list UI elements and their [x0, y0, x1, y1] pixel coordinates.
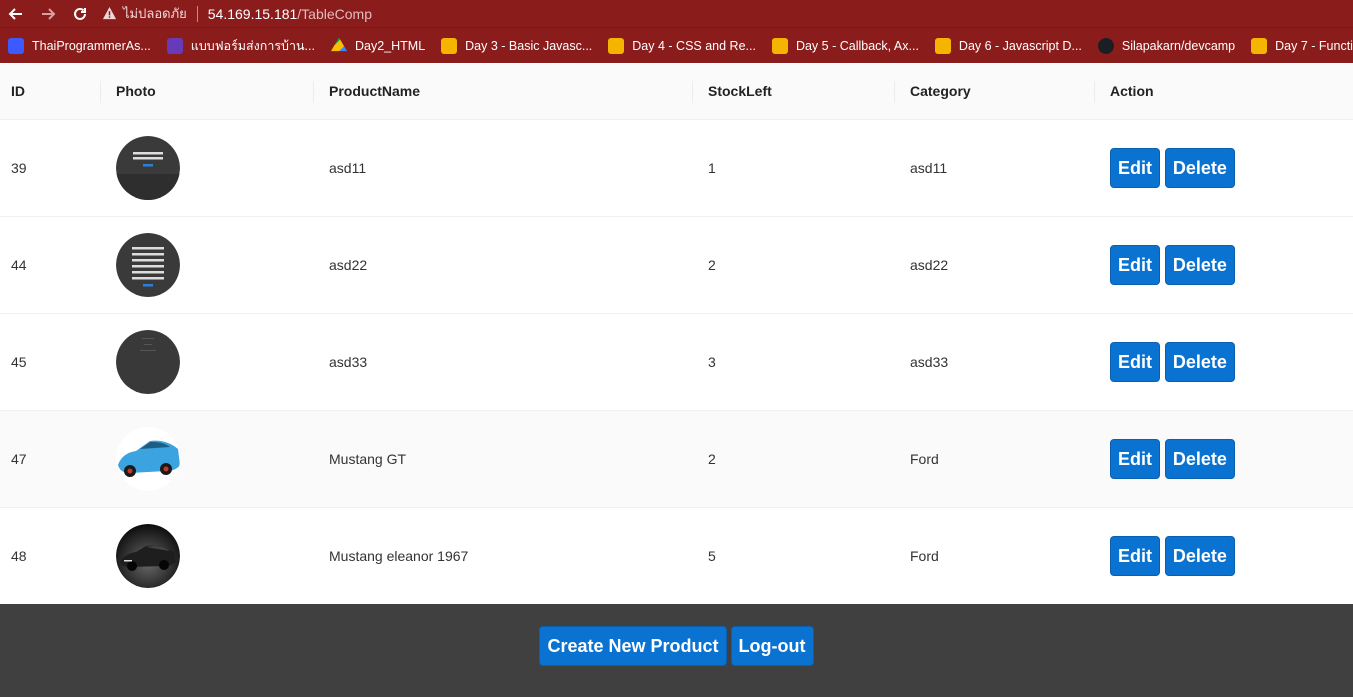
cell-product-name: asd33: [329, 353, 368, 370]
edit-button[interactable]: Edit: [1110, 341, 1160, 382]
github-icon: [1097, 37, 1114, 54]
product-table: ID Photo ProductName StockLeft Category …: [0, 64, 1353, 605]
address-bar: ไม่ปลอดภัย 54.169.15.181/TableComp: [0, 0, 1353, 27]
delete-button[interactable]: Delete: [1164, 244, 1235, 285]
reload-icon: [74, 7, 86, 20]
slides-icon: [771, 37, 788, 54]
cell-stock: 2: [708, 450, 716, 467]
bookmark-item[interactable]: Day2_HTML: [330, 37, 425, 54]
table-row: 44 asd22 2 asd22 Edit Delete: [0, 216, 1353, 313]
product-table-container: ID Photo ProductName StockLeft Category …: [0, 64, 1353, 604]
table-header-row: ID Photo ProductName StockLeft Category …: [0, 64, 1353, 120]
cell-photo: [100, 313, 313, 410]
cell-id: 48: [11, 547, 27, 564]
blue-app-icon: [8, 37, 24, 54]
forms-icon: [166, 37, 183, 54]
bookmark-item[interactable]: Day 4 - CSS and Re...: [608, 37, 756, 54]
table-row: 45 asd33 3 asd33 Edit Delete: [0, 313, 1353, 410]
product-photo: [116, 523, 180, 588]
url-path: /TableComp: [297, 5, 372, 22]
delete-button[interactable]: Delete: [1164, 438, 1235, 479]
cell-id: 44: [11, 256, 27, 273]
cell-category: asd22: [910, 256, 949, 273]
drive-icon: [330, 37, 347, 52]
warning-icon: [102, 6, 117, 20]
edit-button[interactable]: Edit: [1110, 535, 1160, 576]
cell-photo: [100, 216, 313, 313]
delete-button[interactable]: Delete: [1164, 535, 1235, 576]
footer-bar: Create New Product Log-out: [0, 604, 1353, 697]
column-header-product: ProductName: [313, 64, 692, 120]
cell-category: asd11: [910, 159, 948, 176]
bookmark-item[interactable]: ThaiProgrammerAs...: [8, 37, 151, 54]
delete-button[interactable]: Delete: [1164, 147, 1235, 188]
forward-arrow-icon: [42, 7, 56, 20]
logout-button[interactable]: Log-out: [730, 626, 814, 666]
cell-stock: 3: [708, 353, 716, 370]
cell-product-name: asd11: [329, 159, 367, 176]
cell-photo: [100, 507, 313, 604]
cell-product-name: asd22: [329, 256, 368, 273]
cell-id: 47: [11, 450, 27, 467]
cell-stock: 2: [708, 256, 716, 273]
cell-stock: 1: [708, 159, 716, 176]
create-product-button[interactable]: Create New Product: [539, 626, 727, 666]
slides-icon: [608, 37, 625, 54]
cell-category: asd33: [910, 353, 949, 370]
cell-product-name: Mustang eleanor 1967: [329, 547, 469, 564]
slides-icon: [934, 37, 951, 54]
security-warning[interactable]: ไม่ปลอดภัย: [102, 3, 187, 24]
slides-icon: [441, 37, 458, 54]
url-field[interactable]: ไม่ปลอดภัย 54.169.15.181/TableComp: [102, 3, 372, 24]
table-row: 48 Mustang eleanor 1967 5 Ford Edit Dele…: [0, 507, 1353, 604]
forward-button[interactable]: [32, 0, 64, 27]
column-header-id: ID: [0, 64, 100, 120]
bookmark-item[interactable]: Day 7 - Functional...: [1251, 37, 1353, 54]
table-row: 47 Mustang GT 2 Ford Edit Delete: [0, 410, 1353, 507]
cell-category: Ford: [910, 547, 939, 564]
bookmark-item[interactable]: Day 3 - Basic Javasc...: [441, 37, 592, 54]
reload-button[interactable]: [64, 0, 96, 27]
bookmark-item[interactable]: Day 6 - Javascript D...: [934, 37, 1082, 54]
cell-id: 39: [11, 159, 27, 176]
edit-button[interactable]: Edit: [1110, 147, 1160, 188]
slides-icon: [1251, 37, 1268, 54]
cell-stock: 5: [708, 547, 716, 564]
security-warning-text: ไม่ปลอดภัย: [123, 6, 187, 21]
edit-button[interactable]: Edit: [1110, 244, 1160, 285]
bookmark-item[interactable]: Silapakarn/devcamp: [1097, 37, 1235, 54]
bookmark-item[interactable]: Day 5 - Callback, Ax...: [771, 37, 919, 54]
column-header-category: Category: [894, 64, 1094, 120]
delete-button[interactable]: Delete: [1164, 341, 1235, 382]
column-header-photo: Photo: [100, 64, 313, 120]
bookmark-item[interactable]: แบบฟอร์มส่งการบ้าน...: [166, 36, 315, 56]
edit-button[interactable]: Edit: [1110, 438, 1160, 479]
url-host: 54.169.15.181: [207, 5, 298, 22]
cell-actions: Edit Delete: [1094, 507, 1353, 604]
product-photo: [116, 329, 180, 394]
cell-product-name: Mustang GT: [329, 450, 407, 467]
cell-actions: Edit Delete: [1094, 313, 1353, 410]
column-header-action: Action: [1094, 64, 1353, 120]
product-photo: [116, 232, 180, 297]
column-header-stock: StockLeft: [692, 64, 894, 120]
table-row: 39 asd11 1 asd11 Edit Delete: [0, 119, 1353, 216]
cell-id: 45: [11, 353, 27, 370]
cell-actions: Edit Delete: [1094, 119, 1353, 216]
back-button[interactable]: [0, 0, 32, 27]
bookmarks-bar: ThaiProgrammerAs... แบบฟอร์มส่งการบ้าน..…: [0, 27, 1353, 63]
cell-photo: [100, 410, 313, 507]
product-photo: [116, 426, 180, 491]
back-arrow-icon: [8, 7, 22, 20]
cell-photo: [100, 119, 313, 216]
cell-category: Ford: [910, 450, 939, 467]
cell-actions: Edit Delete: [1094, 410, 1353, 507]
product-photo: [116, 135, 180, 200]
cell-actions: Edit Delete: [1094, 216, 1353, 313]
url-separator: [196, 5, 198, 22]
